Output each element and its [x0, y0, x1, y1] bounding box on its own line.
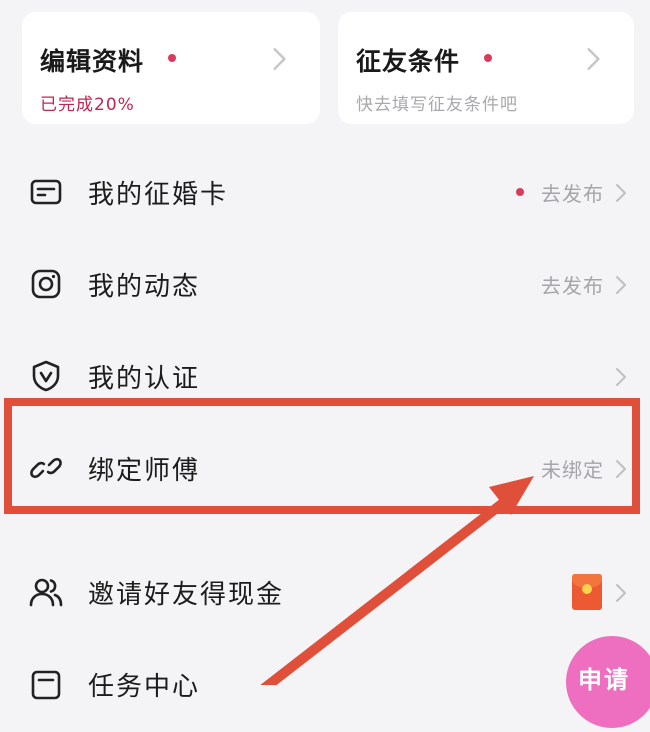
mentor-binding-status: 未绑定 — [541, 458, 604, 482]
profile-completion-text: 已完成20% — [40, 95, 135, 115]
red-envelope-icon — [572, 574, 602, 610]
menu-item-status: 去发布 — [541, 182, 604, 206]
chevron-right-icon — [616, 584, 626, 602]
chevron-right-icon — [273, 48, 286, 70]
card-icon — [30, 179, 62, 205]
menu-item-label: 邀请好友得现金 — [88, 580, 285, 610]
notification-dot — [484, 54, 492, 62]
chevron-right-icon — [587, 48, 600, 70]
menu-item-label: 我的征婚卡 — [88, 180, 229, 210]
users-icon — [29, 578, 63, 607]
menu-item-task-center[interactable]: 任务中心 — [0, 640, 650, 732]
menu-item-my-verification[interactable]: 我的认证 — [0, 332, 650, 424]
match-criteria-hint: 快去填写征友条件吧 — [356, 95, 518, 115]
task-icon — [31, 670, 61, 700]
chevron-right-icon — [616, 184, 626, 202]
menu-item-status: 去发布 — [541, 274, 604, 298]
link-icon — [30, 457, 62, 479]
apply-button[interactable]: 申请 — [566, 636, 650, 728]
menu-item-bind-mentor[interactable]: 绑定师傅 未绑定 — [0, 424, 650, 516]
menu-item-marriage-card[interactable]: 我的征婚卡 去发布 — [0, 148, 650, 240]
match-criteria-title: 征友条件 — [356, 47, 461, 76]
menu-item-label: 我的动态 — [88, 272, 201, 302]
edit-profile-title: 编辑资料 — [40, 47, 145, 76]
menu-item-label: 绑定师傅 — [88, 456, 201, 486]
shield-icon — [32, 360, 60, 392]
notification-dot — [516, 188, 524, 196]
menu-item-invite-friends[interactable]: 邀请好友得现金 — [0, 548, 650, 640]
notification-dot — [168, 54, 176, 62]
chevron-right-icon — [616, 368, 626, 386]
chevron-right-icon — [616, 460, 626, 478]
edit-profile-card[interactable]: 编辑资料 已完成20% — [22, 12, 320, 124]
apply-button-label: 申请 — [578, 666, 630, 694]
chevron-right-icon — [616, 276, 626, 294]
menu-item-label: 我的认证 — [88, 364, 201, 394]
match-criteria-card[interactable]: 征友条件 快去填写征友条件吧 — [338, 12, 634, 124]
camera-icon — [31, 269, 61, 299]
menu-item-my-posts[interactable]: 我的动态 去发布 — [0, 240, 650, 332]
